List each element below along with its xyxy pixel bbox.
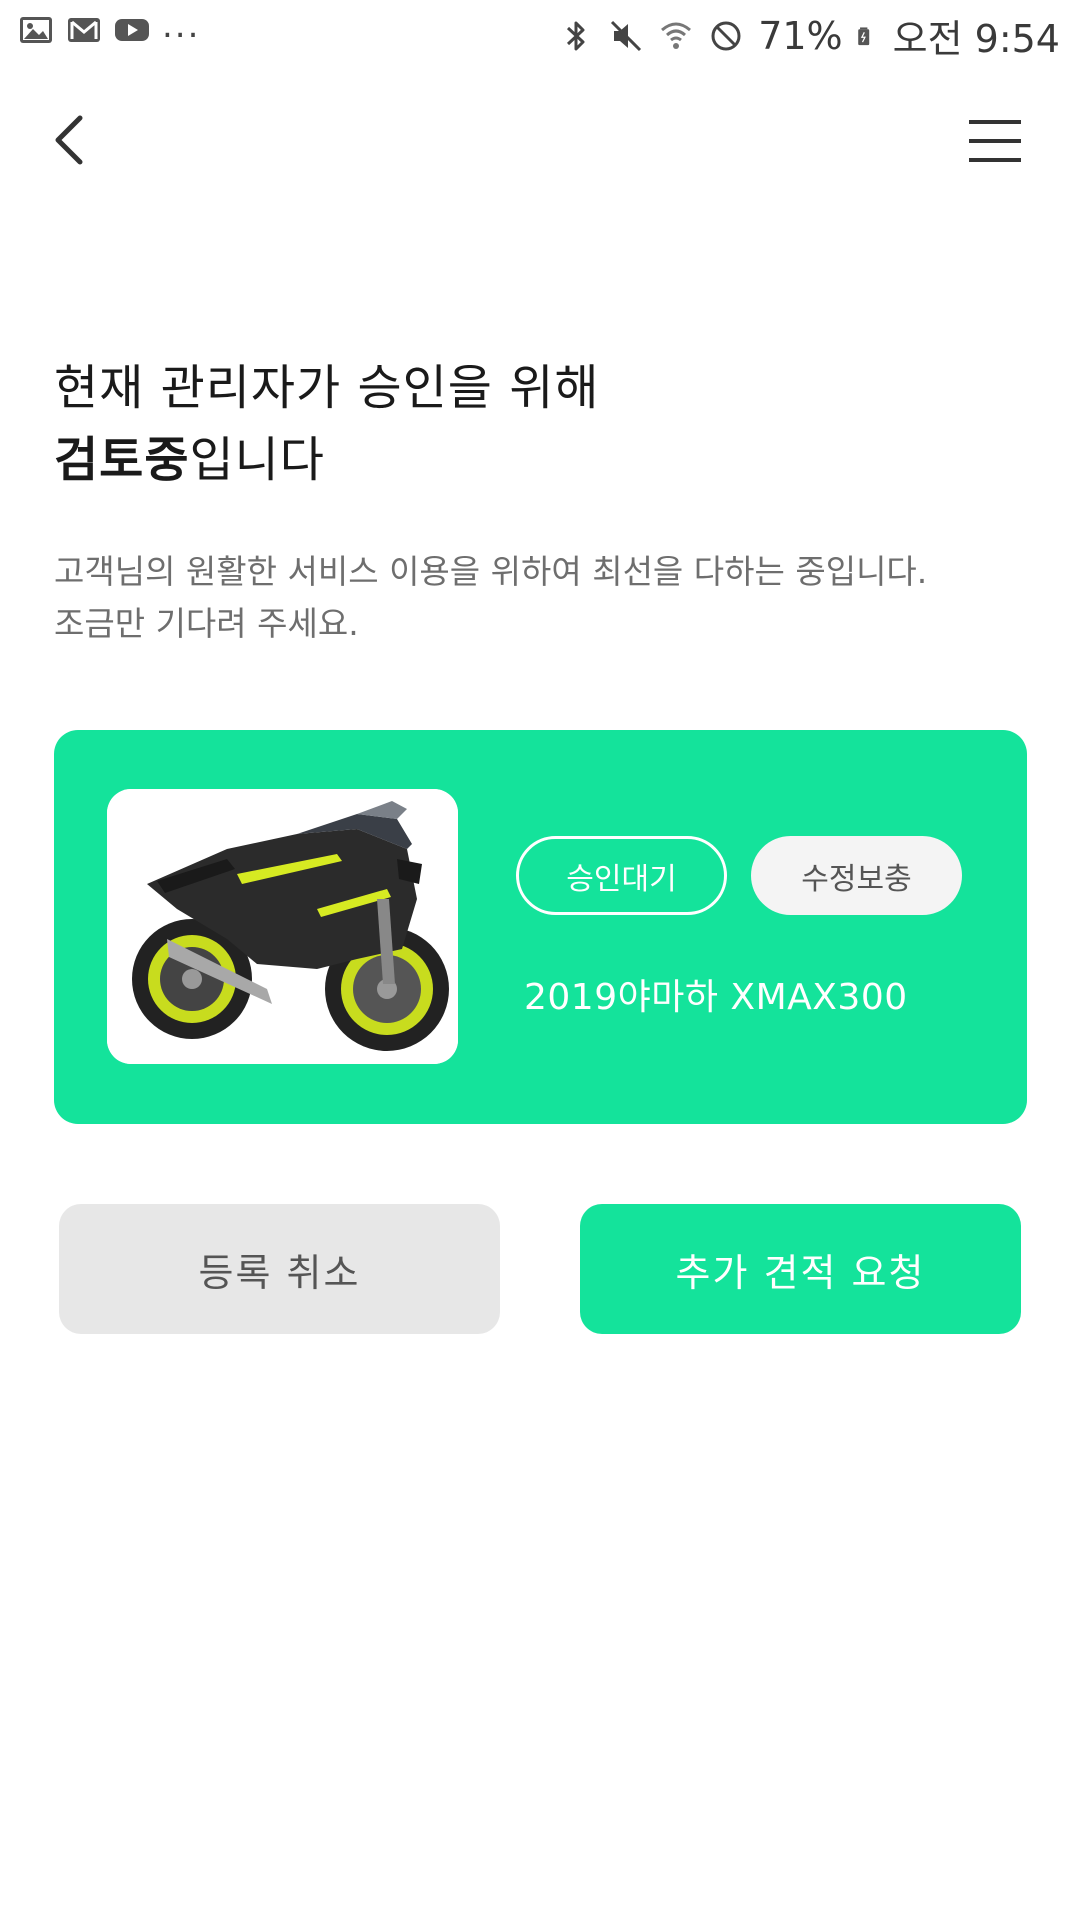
status-bar-right: 71% 오전 9:54 <box>558 8 1060 63</box>
battery-percent: 71% <box>758 13 843 58</box>
edit-supplement-button[interactable]: 수정보충 <box>751 836 962 915</box>
description-line-1: 고객님의 원활한 서비스 이용을 위하여 최선을 다하는 중입니다. <box>54 552 928 591</box>
clock: 오전 9:54 <box>892 17 1060 61</box>
motorcycle-illustration <box>107 789 458 1064</box>
mute-icon <box>611 20 642 51</box>
wifi-icon <box>661 22 692 49</box>
bluetooth-icon <box>567 21 585 50</box>
status-badge: 승인대기 <box>516 836 727 915</box>
cancel-registration-button[interactable]: 등록 취소 <box>59 1204 500 1334</box>
more-notifications: ... <box>162 6 201 46</box>
page-title: 현재 관리자가 승인을 위해 검토중입니다 <box>54 352 1034 496</box>
status-bar-left: ... <box>18 6 200 48</box>
title-line-2: 검토중입니다 <box>54 424 1034 496</box>
battery-icon <box>857 26 869 45</box>
vehicle-model-name: 2019야마하 XMAX300 <box>524 977 908 1018</box>
gallery-icon <box>20 17 52 43</box>
title-suffix: 입니다 <box>189 432 325 488</box>
hamburger-menu-icon[interactable] <box>966 118 1024 164</box>
gmail-icon <box>68 18 100 42</box>
request-quote-button[interactable]: 추가 견적 요청 <box>580 1204 1021 1334</box>
vehicle-card: 승인대기 수정보충 2019야마하 XMAX300 <box>54 730 1027 1124</box>
status-bar: ... 71% 오전 9:54 <box>0 0 1080 66</box>
motorcycle-image <box>107 789 458 1064</box>
title-line-1: 현재 관리자가 승인을 위해 <box>54 360 600 416</box>
description: 고객님의 원활한 서비스 이용을 위하여 최선을 다하는 중입니다. 조금만 기… <box>54 546 1034 650</box>
description-line-2: 조금만 기다려 주세요. <box>54 604 359 643</box>
title-emphasis: 검토중 <box>54 432 190 488</box>
no-disturb-icon <box>711 21 741 50</box>
youtube-icon <box>115 19 149 41</box>
back-chevron-icon[interactable] <box>46 110 96 170</box>
